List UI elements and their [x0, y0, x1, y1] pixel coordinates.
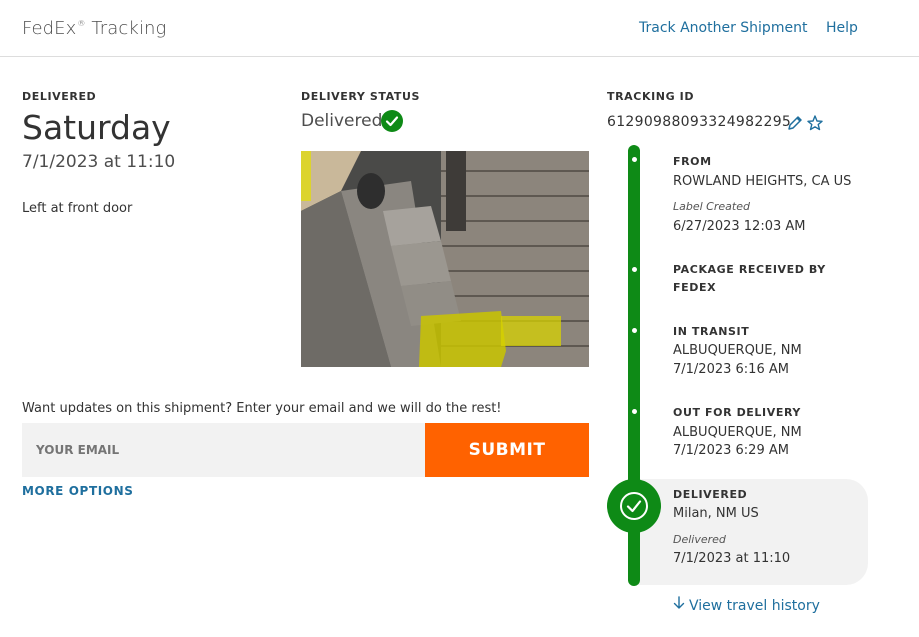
event-time: 7/1/2023 6:16 AM	[673, 362, 789, 377]
delivery-day: Saturday	[22, 108, 171, 147]
event-title-delivered: DELIVERED	[673, 488, 748, 501]
tracking-id-label: TRACKING ID	[607, 90, 695, 103]
delivery-status-label: DELIVERY STATUS	[301, 90, 421, 103]
timeline-dot	[632, 267, 637, 272]
event-place: ALBUQUERQUE, NM	[673, 425, 802, 440]
track-another-shipment-link[interactable]: Track Another Shipment	[639, 20, 807, 36]
tracking-number: 61290988093324982295	[607, 114, 792, 130]
event-note: Label Created	[673, 200, 750, 213]
arrow-down-icon	[673, 596, 685, 614]
delivered-label: DELIVERED	[22, 90, 97, 103]
event-title-package-received: PACKAGE RECEIVED BY FEDEX	[673, 261, 826, 297]
top-bar: FedEx® Tracking Track Another Shipment H…	[0, 0, 919, 57]
delivery-status-value: Delivered	[301, 111, 383, 131]
email-updates-prompt: Want updates on this shipment? Enter you…	[22, 401, 502, 416]
more-options-link[interactable]: MORE OPTIONS	[22, 484, 134, 498]
delivered-check-icon	[607, 479, 661, 533]
timeline-dot	[632, 157, 637, 162]
brand-logo[interactable]: FedEx® Tracking	[22, 18, 166, 39]
timeline-dot	[632, 409, 637, 414]
event-time: 6/27/2023 12:03 AM	[673, 219, 806, 234]
event-title-from: FROM	[673, 155, 712, 168]
event-title-out-for-delivery: OUT FOR DELIVERY	[673, 406, 801, 419]
email-input[interactable]	[22, 423, 425, 477]
help-link[interactable]: Help	[826, 20, 858, 36]
view-travel-history-label: View travel history	[689, 598, 820, 614]
event-title-in-transit: IN TRANSIT	[673, 325, 750, 338]
delivery-location-note: Left at front door	[22, 201, 133, 216]
event-place: Milan, NM US	[673, 506, 759, 521]
star-icon[interactable]	[806, 114, 824, 132]
timeline-dot	[632, 328, 637, 333]
event-time: 7/1/2023 at 11:10	[673, 551, 791, 566]
event-title-line: PACKAGE RECEIVED BY	[673, 263, 826, 276]
event-note: Delivered	[673, 533, 726, 546]
event-place: ALBUQUERQUE, NM	[673, 343, 802, 358]
proof-of-delivery-photo[interactable]	[301, 151, 589, 367]
check-circle-icon	[381, 110, 403, 132]
brand-registered-mark: ®	[77, 19, 86, 28]
delivery-datetime: 7/1/2023 at 11:10	[22, 152, 176, 172]
event-time: 7/1/2023 6:29 AM	[673, 443, 789, 458]
submit-button[interactable]: SUBMIT	[425, 423, 589, 477]
event-title-line: FEDEX	[673, 281, 717, 294]
brand-suffix: Tracking	[91, 18, 167, 39]
event-place: ROWLAND HEIGHTS, CA US	[673, 174, 852, 189]
current-event-highlight	[634, 479, 868, 585]
brand-name: FedEx	[22, 18, 77, 39]
view-travel-history-link[interactable]: View travel history	[673, 596, 820, 614]
pencil-icon[interactable]	[786, 114, 804, 132]
